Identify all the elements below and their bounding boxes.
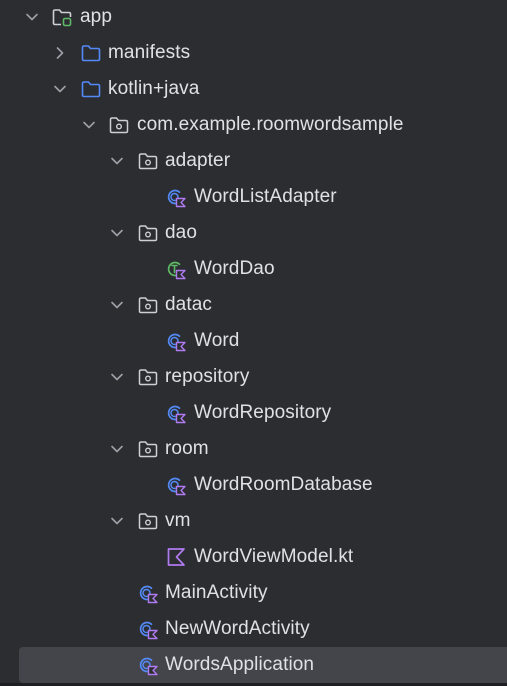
tree-node-label: WordRoomDatabase	[194, 474, 373, 495]
tree-node-label: WordsApplication	[165, 654, 315, 675]
chevron-down-icon[interactable]	[108, 152, 126, 170]
kotlin-class-icon	[165, 402, 187, 424]
package-icon	[137, 150, 159, 172]
tree-node-label: app	[80, 6, 113, 27]
kotlin-class-icon	[137, 582, 159, 604]
chevron-down-icon[interactable]	[108, 224, 126, 242]
chevron-down-icon[interactable]	[108, 368, 126, 386]
tree-node-manifests[interactable]: manifests	[0, 35, 507, 71]
package-icon	[108, 114, 130, 136]
tree-node-label: NewWordActivity	[165, 618, 310, 639]
tree-node-app[interactable]: app	[0, 0, 507, 35]
folder-icon	[80, 78, 102, 100]
tree-node-main-activity[interactable]: MainActivity	[0, 575, 507, 611]
chevron-down-icon[interactable]	[108, 512, 126, 530]
tree-node-label: adapter	[165, 150, 231, 171]
package-icon	[137, 294, 159, 316]
tree-node-word-view-model[interactable]: WordViewModel.kt	[0, 539, 507, 575]
project-tree: app manifests kotlin+java com.example.ro…	[0, 0, 507, 686]
tree-node-word-list-adapter[interactable]: WordListAdapter	[0, 179, 507, 215]
chevron-down-icon[interactable]	[108, 440, 126, 458]
tree-node-new-word-activity[interactable]: NewWordActivity	[0, 611, 507, 647]
chevron-down-icon[interactable]	[80, 116, 98, 134]
tree-node-label: manifests	[108, 42, 191, 63]
tree-node-label: vm	[165, 510, 191, 531]
tree-node-label: WordViewModel.kt	[194, 546, 354, 567]
kotlin-class-icon	[165, 330, 187, 352]
tree-node-word[interactable]: Word	[0, 323, 507, 359]
tree-node-room[interactable]: room	[0, 431, 507, 467]
tree-node-words-application[interactable]: WordsApplication	[0, 647, 507, 683]
tree-node-word-dao[interactable]: WordDao	[0, 251, 507, 287]
kotlin-interface-icon	[165, 258, 187, 280]
tree-node-label: kotlin+java	[108, 78, 200, 99]
chevron-right-icon[interactable]	[51, 44, 69, 62]
tree-node-label: Word	[194, 330, 240, 351]
chevron-down-icon[interactable]	[108, 296, 126, 314]
tree-node-datac[interactable]: datac	[0, 287, 507, 323]
kotlin-class-icon	[137, 654, 159, 676]
chevron-down-icon[interactable]	[23, 8, 41, 26]
tree-node-label: datac	[165, 294, 212, 315]
kotlin-class-icon	[165, 474, 187, 496]
tree-node-package-root[interactable]: com.example.roomwordsample	[0, 107, 507, 143]
module-folder-icon	[51, 6, 73, 28]
package-icon	[137, 222, 159, 244]
folder-icon	[80, 42, 102, 64]
tree-node-label: room	[165, 438, 209, 459]
package-icon	[137, 366, 159, 388]
tree-node-label: MainActivity	[165, 582, 268, 603]
tree-node-label: com.example.roomwordsample	[137, 114, 404, 135]
tree-node-label: WordDao	[194, 258, 275, 279]
package-icon	[137, 438, 159, 460]
chevron-down-icon[interactable]	[51, 80, 69, 98]
tree-node-word-repository[interactable]: WordRepository	[0, 395, 507, 431]
tree-node-label: repository	[165, 366, 250, 387]
tree-node-adapter[interactable]: adapter	[0, 143, 507, 179]
tree-node-vm[interactable]: vm	[0, 503, 507, 539]
tree-node-label: WordRepository	[194, 402, 332, 423]
tree-node-word-room-database[interactable]: WordRoomDatabase	[0, 467, 507, 503]
tree-node-label: WordListAdapter	[194, 186, 337, 207]
kotlin-file-icon	[165, 546, 187, 568]
kotlin-class-icon	[165, 186, 187, 208]
tree-node-kotlin-java[interactable]: kotlin+java	[0, 71, 507, 107]
tree-node-repository[interactable]: repository	[0, 359, 507, 395]
tree-node-label: dao	[165, 222, 198, 243]
package-icon	[137, 510, 159, 532]
kotlin-class-icon	[137, 618, 159, 640]
tree-node-dao[interactable]: dao	[0, 215, 507, 251]
